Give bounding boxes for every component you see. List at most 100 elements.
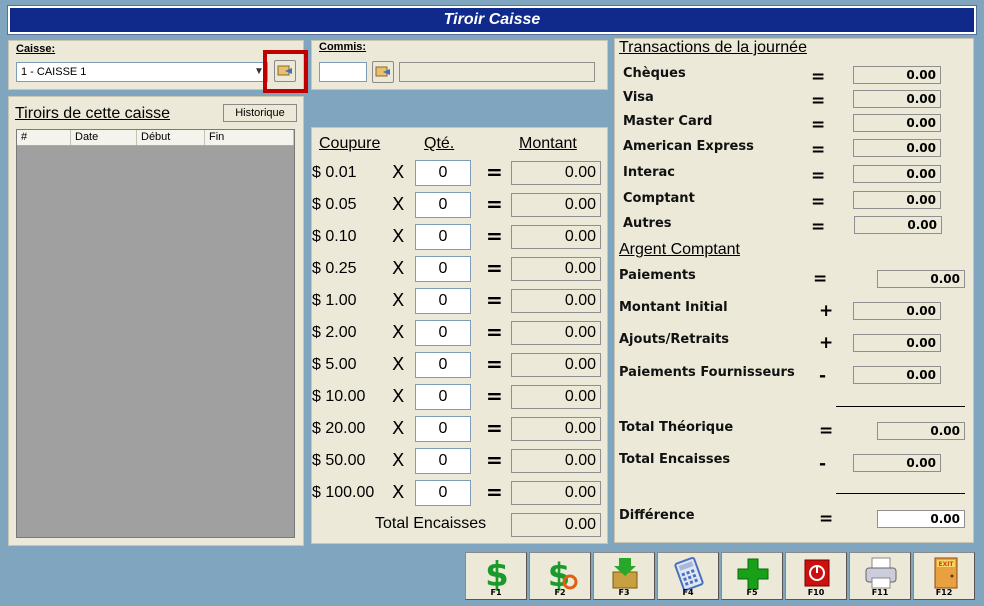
box-download-icon bbox=[612, 558, 638, 589]
coupure-label: $ 2.00 bbox=[312, 324, 357, 341]
fkey-button-f10[interactable]: F10 bbox=[785, 552, 847, 600]
montant-initial-field[interactable]: 0.00 bbox=[853, 302, 941, 320]
transactions-title: Transactions de la journée bbox=[619, 39, 807, 56]
fkey-button-f3[interactable]: F3 bbox=[593, 552, 655, 600]
caisse-select[interactable]: 1 - CAISSE 1 ▼ bbox=[16, 62, 268, 82]
dollar-icon: $ bbox=[485, 556, 509, 592]
coupure-header: Coupure bbox=[319, 135, 381, 152]
coupure-qty-input[interactable]: 0 bbox=[415, 320, 471, 346]
transaction-label: Interac bbox=[623, 165, 676, 180]
argent-comptant-title: Argent Comptant bbox=[619, 241, 740, 258]
coupure-label: $ 50.00 bbox=[312, 452, 366, 469]
coupure-label: $ 20.00 bbox=[312, 420, 366, 437]
montant-header: Montant bbox=[519, 135, 577, 152]
transaction-label: American Express bbox=[623, 139, 754, 154]
transaction-op: = bbox=[811, 67, 826, 87]
column-header[interactable]: # bbox=[17, 130, 71, 145]
commis-input[interactable] bbox=[319, 62, 367, 82]
coupure-qty-input[interactable]: 0 bbox=[415, 480, 471, 506]
coupure-amount-field: 0.00 bbox=[511, 225, 601, 249]
coupure-qty-input[interactable]: 0 bbox=[415, 192, 471, 218]
total-encaisses-summary-op: - bbox=[819, 454, 827, 474]
transaction-label: Master Card bbox=[623, 114, 713, 129]
fkey-label: F12 bbox=[935, 588, 953, 597]
paiements-fournisseurs-label: Paiements Fournisseurs bbox=[619, 365, 795, 380]
coupure-qty-input[interactable]: 0 bbox=[415, 384, 471, 410]
exit-door-icon: EXIT bbox=[934, 557, 958, 589]
ajouts-retraits-field[interactable]: 0.00 bbox=[853, 334, 941, 352]
coupure-qty-input[interactable]: 0 bbox=[415, 352, 471, 378]
difference-op: = bbox=[819, 509, 834, 529]
fkey-button-f1[interactable]: $ F1 bbox=[465, 552, 527, 600]
coupure-qty-input[interactable]: 0 bbox=[415, 448, 471, 474]
transaction-label: Autres bbox=[623, 216, 672, 231]
fkey-button-f4[interactable]: F4 bbox=[657, 552, 719, 600]
coupure-row: $ 10.00 X 0 = 0.00 bbox=[312, 384, 602, 410]
ajouts-retraits-label: Ajouts/Retraits bbox=[619, 332, 730, 347]
svg-text:$: $ bbox=[485, 556, 509, 592]
history-button[interactable]: Historique bbox=[223, 104, 297, 122]
transaction-field: 0.00 bbox=[853, 66, 941, 84]
coupure-amount-field: 0.00 bbox=[511, 289, 601, 313]
paiements-label: Paiements bbox=[619, 268, 696, 283]
coupure-amount-field: 0.00 bbox=[511, 481, 601, 505]
caisse-browse-button[interactable] bbox=[274, 60, 296, 82]
multiply-sign: X bbox=[392, 418, 405, 439]
commis-browse-button[interactable] bbox=[372, 61, 394, 83]
coupure-row: $ 50.00 X 0 = 0.00 bbox=[312, 448, 602, 474]
paiements-field: 0.00 bbox=[877, 270, 965, 288]
coupure-amount-field: 0.00 bbox=[511, 417, 601, 441]
column-header[interactable]: Date bbox=[71, 130, 137, 145]
coupure-qty-input[interactable]: 0 bbox=[415, 224, 471, 250]
fkey-button-f12[interactable]: EXIT F12 bbox=[913, 552, 975, 600]
multiply-sign: X bbox=[392, 162, 405, 183]
transaction-op: = bbox=[811, 91, 826, 111]
fkey-button-f11[interactable]: F11 bbox=[849, 552, 911, 600]
multiply-sign: X bbox=[392, 386, 405, 407]
calculator-icon bbox=[674, 556, 704, 592]
column-header[interactable]: Fin bbox=[205, 130, 294, 145]
coupure-amount-field: 0.00 bbox=[511, 385, 601, 409]
equals-sign: = bbox=[486, 480, 503, 504]
fkey-button-f5[interactable]: F5 bbox=[721, 552, 783, 600]
history-button-label: Historique bbox=[235, 107, 285, 119]
equals-sign: = bbox=[486, 320, 503, 344]
equals-sign: = bbox=[486, 384, 503, 408]
coupure-row: $ 0.01 X 0 = 0.00 bbox=[312, 160, 602, 186]
multiply-sign: X bbox=[392, 258, 405, 279]
coupure-amount-field: 0.00 bbox=[511, 257, 601, 281]
coupure-qty-input[interactable]: 0 bbox=[415, 416, 471, 442]
total-theorique-field: 0.00 bbox=[877, 422, 965, 440]
window-title: Tiroir Caisse bbox=[7, 5, 977, 35]
ajouts-retraits-op: + bbox=[819, 333, 834, 353]
commis-label: Commis: bbox=[319, 41, 367, 53]
dollar-refresh-icon: $ bbox=[548, 556, 578, 592]
coupure-row: $ 0.25 X 0 = 0.00 bbox=[312, 256, 602, 282]
printer-icon bbox=[865, 557, 897, 589]
fkey-label: F5 bbox=[746, 588, 758, 597]
coupure-label: $ 0.01 bbox=[312, 164, 357, 181]
transaction-field: 0.00 bbox=[853, 191, 941, 209]
commis-name-field bbox=[399, 62, 595, 82]
coupure-label: $ 10.00 bbox=[312, 388, 366, 405]
coupure-qty-input[interactable]: 0 bbox=[415, 256, 471, 282]
coupure-row: $ 0.10 X 0 = 0.00 bbox=[312, 224, 602, 250]
fkey-button-f2[interactable]: $ F2 bbox=[529, 552, 591, 600]
coupure-label: $ 5.00 bbox=[312, 356, 357, 373]
transaction-field: 0.00 bbox=[853, 165, 941, 183]
coupure-label: $ 100.00 bbox=[312, 484, 375, 501]
tiroirs-grid[interactable]: # Date Début Fin bbox=[16, 129, 295, 538]
total-encaisses-field: 0.00 bbox=[511, 513, 601, 537]
coupure-qty-input[interactable]: 0 bbox=[415, 288, 471, 314]
coupure-amount-field: 0.00 bbox=[511, 353, 601, 377]
coupure-amount-field: 0.00 bbox=[511, 449, 601, 473]
column-header[interactable]: Début bbox=[137, 130, 205, 145]
transaction-op: = bbox=[811, 140, 826, 160]
fkey-label: F2 bbox=[554, 588, 566, 597]
subtotal-divider bbox=[836, 406, 965, 407]
coupure-label: $ 0.10 bbox=[312, 228, 357, 245]
transaction-label: Chèques bbox=[623, 66, 686, 81]
coupure-qty-input[interactable]: 0 bbox=[415, 160, 471, 186]
multiply-sign: X bbox=[392, 226, 405, 247]
difference-label: Différence bbox=[619, 508, 695, 523]
